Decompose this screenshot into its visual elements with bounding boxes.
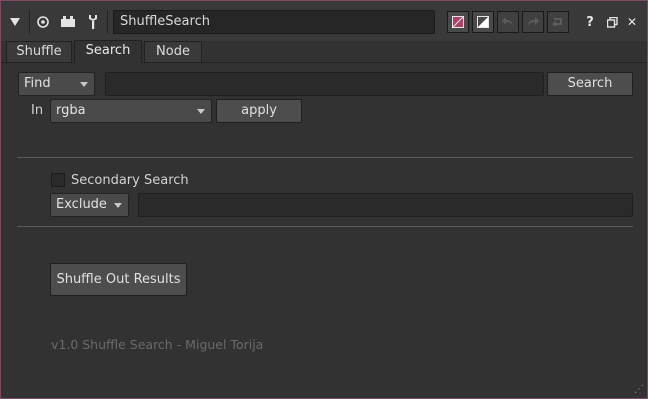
node-gl-color-icon[interactable] bbox=[472, 11, 494, 33]
search-button[interactable]: Search bbox=[547, 72, 633, 96]
find-mode-value: Find bbox=[24, 76, 51, 91]
redo-icon[interactable] bbox=[522, 11, 544, 33]
search-input[interactable] bbox=[105, 72, 544, 96]
version-credit: v1.0 Shuffle Search - Miguel Torija bbox=[51, 337, 264, 352]
tab-shuffle[interactable]: Shuffle bbox=[6, 41, 72, 63]
secondary-search-input[interactable] bbox=[138, 193, 633, 217]
in-label: In bbox=[31, 103, 44, 118]
close-icon[interactable]: ✕ bbox=[625, 10, 639, 34]
tab-search[interactable]: Search bbox=[74, 40, 142, 63]
secondary-search-label: Secondary Search bbox=[71, 173, 189, 188]
divider bbox=[17, 157, 633, 158]
secondary-search-checkbox[interactable] bbox=[51, 173, 65, 187]
wrench-icon[interactable] bbox=[82, 10, 104, 34]
collapse-arrow-icon[interactable] bbox=[5, 10, 25, 34]
node-color-icon[interactable] bbox=[447, 11, 469, 33]
viewer-icon[interactable] bbox=[32, 10, 54, 34]
node-name-field[interactable]: ShuffleSearch bbox=[113, 10, 435, 34]
properties-panel: ShuffleSearch ? ✕ Shuffle Search Node Fi… bbox=[0, 0, 648, 399]
chevron-down-icon bbox=[114, 203, 122, 208]
help-icon[interactable]: ? bbox=[583, 10, 597, 34]
layer-value: rgba bbox=[56, 103, 86, 118]
layer-dropdown[interactable]: rgba bbox=[50, 99, 212, 123]
float-icon[interactable] bbox=[605, 10, 619, 34]
find-mode-dropdown[interactable]: Find bbox=[18, 72, 95, 96]
resize-grip-icon[interactable]: ⋰ bbox=[634, 385, 644, 395]
chevron-down-icon bbox=[197, 109, 205, 114]
title-bar: ShuffleSearch ? ✕ bbox=[1, 1, 647, 41]
chevron-down-icon bbox=[80, 82, 88, 87]
shuffle-out-results-button[interactable]: Shuffle Out Results bbox=[50, 263, 187, 296]
divider bbox=[17, 226, 633, 227]
render-icon[interactable] bbox=[57, 10, 79, 34]
undo-icon[interactable] bbox=[497, 11, 519, 33]
exclude-mode-value: Exclude bbox=[56, 197, 107, 212]
tab-node[interactable]: Node bbox=[144, 41, 202, 63]
revert-icon[interactable] bbox=[547, 11, 569, 33]
exclude-mode-dropdown[interactable]: Exclude bbox=[50, 193, 129, 217]
apply-button[interactable]: apply bbox=[216, 99, 302, 123]
